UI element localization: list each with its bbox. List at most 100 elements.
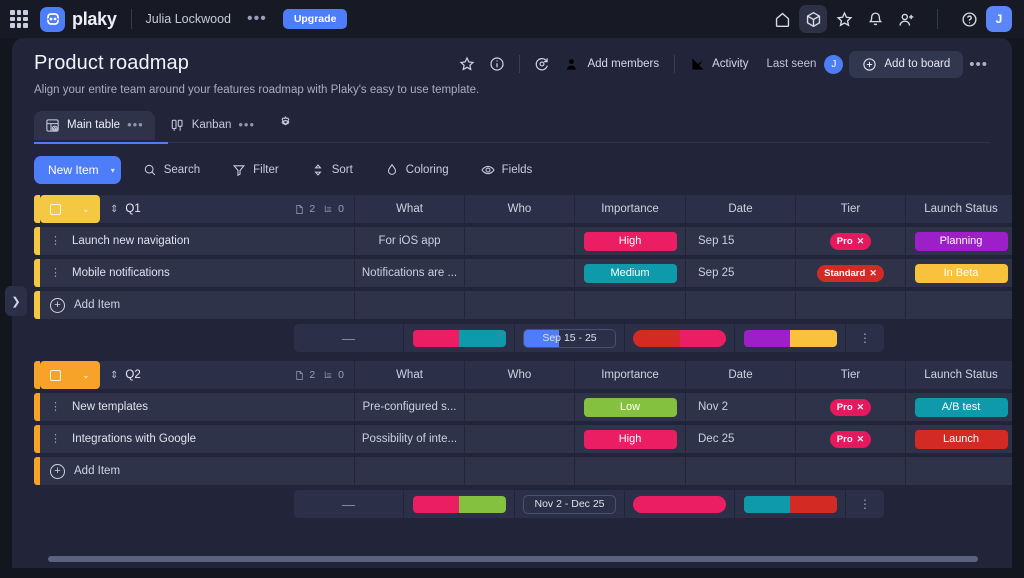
table-row[interactable]: ⋮New templatesPre-configured s...LowNov … (34, 393, 1012, 421)
cell-tier[interactable]: Pro✕ (796, 425, 905, 453)
cell-who[interactable] (465, 425, 574, 453)
group-select-checkbox[interactable] (50, 370, 61, 381)
cell-tier[interactable]: Pro✕ (796, 227, 905, 255)
tier-tag[interactable]: Pro✕ (830, 431, 871, 448)
invite-user-icon[interactable] (892, 5, 920, 33)
summary-date[interactable]: Nov 2 - Dec 25 (515, 490, 624, 518)
importance-pill[interactable]: High (584, 430, 677, 449)
summary-importance[interactable] (404, 324, 514, 352)
summary-tier[interactable] (625, 324, 734, 352)
remove-tag-icon[interactable]: ✕ (857, 434, 865, 445)
home-icon[interactable] (768, 5, 796, 33)
cell-importance[interactable]: High (575, 227, 685, 255)
expand-sidebar-chevron[interactable]: ❯ (5, 286, 27, 316)
add-item-row[interactable]: +Add Item (34, 457, 1012, 485)
column-header-what[interactable]: What (355, 195, 464, 223)
favorites-star-icon[interactable] (830, 5, 858, 33)
cell-who[interactable] (465, 393, 574, 421)
cell-tier[interactable]: Pro✕ (796, 393, 905, 421)
cell-tier[interactable]: Standard✕ (796, 259, 905, 287)
cell-launch-status[interactable]: In Beta (906, 259, 1012, 287)
tier-tag[interactable]: Pro✕ (830, 233, 871, 250)
table-row[interactable]: ⋮Mobile notificationsNotifications are .… (34, 259, 1012, 287)
column-header-importance[interactable]: Importance (575, 361, 685, 389)
remove-tag-icon[interactable]: ✕ (869, 268, 877, 279)
plus-circle-icon[interactable]: + (50, 298, 65, 313)
cell-who[interactable] (465, 227, 574, 255)
column-header-tier[interactable]: Tier (796, 195, 905, 223)
add-item-button[interactable]: +Add Item (40, 291, 354, 319)
cell-importance[interactable]: High (575, 425, 685, 453)
row-menu-icon[interactable]: ⋮ (50, 437, 61, 441)
group-title-cell[interactable]: ⇕Q220 (100, 361, 354, 389)
tab-main-table-more[interactable]: ••• (127, 122, 144, 128)
new-item-button[interactable]: New Item ▾ (34, 156, 121, 184)
row-menu-icon[interactable]: ⋮ (50, 271, 61, 275)
cell-date[interactable]: Dec 25 (686, 425, 795, 453)
group-title-cell[interactable]: ⇕Q120 (100, 195, 354, 223)
tab-kanban[interactable]: Kanban ••• (159, 111, 266, 140)
chevron-down-icon[interactable]: ⌄ (82, 204, 90, 215)
cell-launch-status[interactable]: Launch (906, 425, 1012, 453)
row-name-cell[interactable]: ⋮Integrations with Google (40, 425, 354, 453)
tab-kanban-more[interactable]: ••• (238, 122, 255, 128)
cell-what[interactable]: Notifications are ... (355, 259, 464, 287)
notifications-bell-icon[interactable] (861, 5, 889, 33)
group-select-checkbox[interactable] (50, 204, 61, 215)
fields-button[interactable]: Fields (471, 158, 543, 182)
column-header-launch-status[interactable]: Launch Status (906, 361, 1012, 389)
add-to-board-button[interactable]: Add to board (849, 51, 963, 78)
boards-cube-icon[interactable] (799, 5, 827, 33)
chevron-down-icon[interactable]: ⌄ (82, 370, 90, 381)
workspace-more-icon[interactable]: ••• (247, 15, 267, 23)
row-name-cell[interactable]: ⋮Mobile notifications (40, 259, 354, 287)
user-avatar[interactable]: J (986, 6, 1012, 32)
add-item-row[interactable]: +Add Item (34, 291, 1012, 319)
plus-circle-icon[interactable]: + (50, 464, 65, 479)
summary-launch-status[interactable] (735, 324, 845, 352)
cell-date[interactable]: Sep 15 (686, 227, 795, 255)
last-seen-avatar[interactable]: J (824, 55, 843, 74)
summary-menu-icon[interactable]: ⋮ (859, 336, 871, 340)
add-members-button[interactable]: Add members (557, 51, 667, 77)
row-menu-icon[interactable]: ⋮ (50, 405, 61, 409)
importance-pill[interactable]: Low (584, 398, 677, 417)
chevron-down-icon[interactable]: ▾ (111, 166, 115, 175)
column-header-who[interactable]: Who (465, 361, 574, 389)
column-header-launch-status[interactable]: Launch Status (906, 195, 1012, 223)
status-badge[interactable]: Launch (915, 430, 1008, 449)
table-row[interactable]: ⋮Launch new navigationFor iOS appHighSep… (34, 227, 1012, 255)
star-icon[interactable] (452, 50, 482, 78)
coloring-button[interactable]: Coloring (375, 158, 459, 182)
horizontal-scrollbar[interactable] (48, 556, 978, 562)
board-more-icon[interactable]: ••• (963, 56, 994, 73)
status-badge[interactable]: Planning (915, 232, 1008, 251)
column-header-who[interactable]: Who (465, 195, 574, 223)
info-circle-icon[interactable] (482, 50, 512, 78)
group-collapse-toggle[interactable]: ⌄ (40, 195, 100, 223)
column-header-date[interactable]: Date (686, 361, 795, 389)
cell-what[interactable]: Possibility of inte... (355, 425, 464, 453)
summary-importance[interactable] (404, 490, 514, 518)
summary-menu-icon[interactable]: ⋮ (859, 502, 871, 506)
status-badge[interactable]: In Beta (915, 264, 1008, 283)
refresh-history-icon[interactable] (527, 50, 557, 78)
group-drag-handle[interactable]: ⇕ (110, 204, 118, 215)
gear-icon[interactable] (270, 108, 301, 142)
column-header-tier[interactable]: Tier (796, 361, 905, 389)
summary-date[interactable]: Sep 15 - 25 (515, 324, 624, 352)
status-badge[interactable]: A/B test (915, 398, 1008, 417)
apps-grid-icon[interactable] (10, 10, 28, 28)
table-row[interactable]: ⋮Integrations with GooglePossibility of … (34, 425, 1012, 453)
filter-button[interactable]: Filter (222, 158, 289, 182)
add-item-button[interactable]: +Add Item (40, 457, 354, 485)
cell-date[interactable]: Sep 25 (686, 259, 795, 287)
row-menu-icon[interactable]: ⋮ (50, 239, 61, 243)
remove-tag-icon[interactable]: ✕ (857, 402, 865, 413)
importance-pill[interactable]: Medium (584, 264, 677, 283)
group-collapse-toggle[interactable]: ⌄ (40, 361, 100, 389)
upgrade-button[interactable]: Upgrade (283, 9, 348, 29)
summary-launch-status[interactable] (735, 490, 845, 518)
row-name-cell[interactable]: ⋮New templates (40, 393, 354, 421)
plaky-logo[interactable]: plaky (40, 7, 117, 32)
